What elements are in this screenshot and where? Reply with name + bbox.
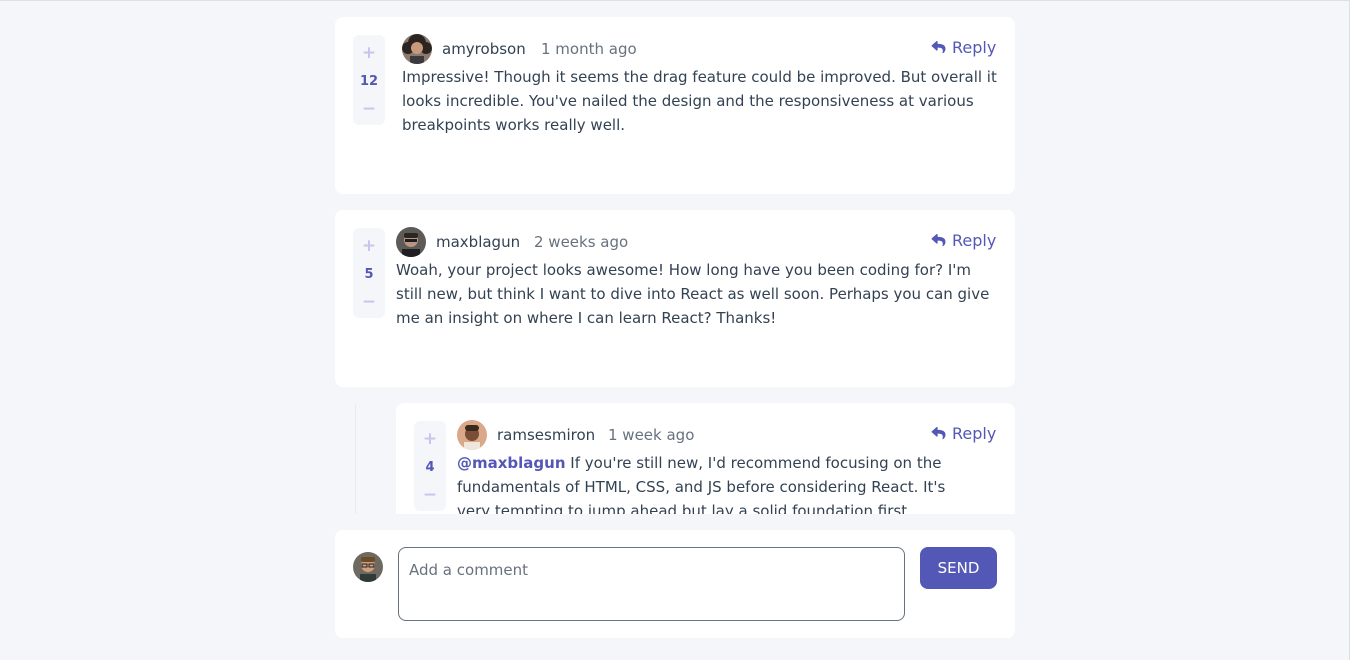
user-avatar-icon xyxy=(396,227,426,257)
upvote-button[interactable]: + xyxy=(362,43,376,63)
vote-control: + 5 − xyxy=(353,228,385,318)
user-avatar-icon xyxy=(457,420,487,450)
upvote-button[interactable]: + xyxy=(423,429,437,449)
avatar xyxy=(402,34,432,64)
score: 4 xyxy=(425,459,435,475)
reply-thread-line xyxy=(355,404,356,514)
reply-arrow-icon xyxy=(931,427,946,440)
timestamp: 2 weeks ago xyxy=(534,233,629,251)
vote-control: + 4 − xyxy=(414,421,446,511)
upvote-button[interactable]: + xyxy=(362,236,376,256)
comment-input[interactable] xyxy=(398,547,905,621)
username[interactable]: amyrobson xyxy=(442,40,526,58)
replies-container: + 4 − ramsesmiron 1 week ago Reply @maxb… xyxy=(396,403,1015,514)
mention-link[interactable]: @maxblagun xyxy=(457,454,566,472)
reply-label: Reply xyxy=(952,38,997,57)
comment-card: + 12 − amyrobson 1 month ago Reply Impre… xyxy=(335,17,1015,194)
downvote-button[interactable]: − xyxy=(362,292,376,312)
comment-card: + 5 − maxblagun 2 weeks ago Reply Woah, … xyxy=(335,210,1015,387)
comment-composer: SEND xyxy=(335,530,1015,638)
avatar xyxy=(457,420,487,450)
reply-button[interactable]: Reply xyxy=(931,231,996,250)
username[interactable]: maxblagun xyxy=(436,233,520,251)
reply-card: + 4 − ramsesmiron 1 week ago Reply @maxb… xyxy=(396,403,1015,514)
vote-control: + 12 − xyxy=(353,35,385,125)
reply-button[interactable]: Reply xyxy=(931,424,996,443)
comment-text: Woah, your project looks awesome! How lo… xyxy=(396,261,990,327)
user-avatar-icon xyxy=(402,34,432,64)
top-divider xyxy=(0,0,1350,1)
timestamp: 1 month ago xyxy=(541,40,637,58)
timestamp: 1 week ago xyxy=(608,426,695,444)
downvote-button[interactable]: − xyxy=(362,99,376,119)
reply-button[interactable]: Reply xyxy=(931,38,996,57)
score: 5 xyxy=(364,266,374,282)
score: 12 xyxy=(359,73,379,89)
reply-label: Reply xyxy=(952,231,997,250)
downvote-button[interactable]: − xyxy=(423,485,437,505)
reply-label: Reply xyxy=(952,424,997,443)
avatar xyxy=(396,227,426,257)
comment-text: Impressive! Though it seems the drag fea… xyxy=(402,68,997,134)
send-button[interactable]: SEND xyxy=(920,547,997,589)
reply-arrow-icon xyxy=(931,41,946,54)
user-avatar-icon xyxy=(353,552,383,582)
current-user-avatar xyxy=(353,552,383,582)
reply-arrow-icon xyxy=(931,234,946,247)
username[interactable]: ramsesmiron xyxy=(497,426,595,444)
comment-text: @maxblagun If you're still new, I'd reco… xyxy=(457,451,977,514)
